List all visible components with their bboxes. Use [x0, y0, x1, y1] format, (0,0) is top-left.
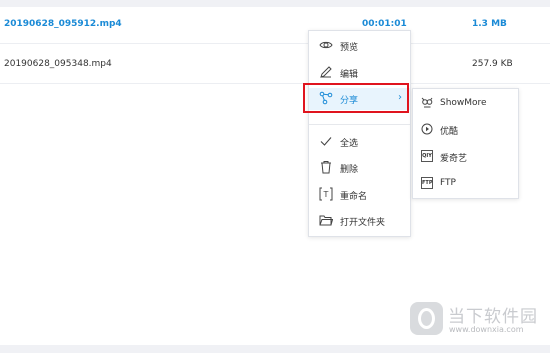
showmore-icon — [421, 97, 433, 108]
top-strip — [0, 0, 550, 7]
menu-item-preview[interactable]: 预览 — [309, 35, 410, 57]
watermark-title: 当下软件园 — [448, 307, 538, 327]
file-size: 257.9 KB — [472, 59, 513, 69]
iqiyi-icon: QIY — [421, 150, 433, 162]
share-submenu: ShowMore 优酷 QIY 爱奇艺 FTP FTP — [412, 88, 519, 199]
submenu-item-youku[interactable]: 优酷 — [413, 119, 518, 141]
menu-item-label: 删除 — [340, 165, 359, 175]
rename-icon: T — [319, 187, 333, 201]
file-name: 20190628_095348.mp4 — [4, 59, 112, 69]
pencil-icon — [320, 66, 332, 78]
site-watermark: 当下软件园 www.downxia.com — [410, 300, 540, 340]
watermark-url: www.downxia.com — [449, 325, 524, 334]
file-row[interactable]: 20190628_095912.mp4 00:01:01 1.3 MB — [0, 7, 550, 44]
menu-item-rename[interactable]: T 重命名 — [309, 184, 410, 206]
check-icon — [320, 137, 332, 146]
menu-item-edit[interactable]: 编辑 — [309, 62, 410, 84]
menu-item-label: 打开文件夹 — [340, 218, 386, 228]
context-menu: 预览 编辑 分享 › 全选 删除 T 重命名 打开文件夹 — [308, 30, 411, 237]
submenu-item-label: FTP — [440, 178, 456, 188]
file-size: 1.3 MB — [472, 19, 507, 29]
ftp-icon: FTP — [421, 177, 433, 189]
menu-item-label: 预览 — [340, 43, 359, 53]
file-name: 20190628_095912.mp4 — [4, 19, 122, 29]
menu-item-label: 全选 — [340, 139, 359, 149]
menu-item-label: 编辑 — [340, 70, 359, 80]
menu-item-label: 重命名 — [340, 192, 368, 202]
submenu-item-label: ShowMore — [440, 98, 487, 108]
youku-icon — [421, 123, 433, 135]
menu-item-select-all[interactable]: 全选 — [309, 131, 410, 153]
submenu-item-ftp[interactable]: FTP FTP — [413, 173, 518, 195]
menu-divider — [309, 124, 410, 125]
submenu-item-showmore[interactable]: ShowMore — [413, 93, 518, 115]
trash-icon — [321, 161, 331, 174]
file-row[interactable]: 20190628_095348.mp4 257.9 KB — [0, 47, 550, 84]
submenu-item-label: 爱奇艺 — [440, 154, 468, 164]
menu-item-open-folder[interactable]: 打开文件夹 — [309, 210, 410, 232]
submenu-item-iqiyi[interactable]: QIY 爱奇艺 — [413, 146, 518, 168]
submenu-item-label: 优酷 — [440, 127, 459, 137]
bottom-strip — [0, 345, 550, 353]
folder-icon — [319, 215, 333, 226]
rename-icon-glyph: T — [323, 190, 329, 199]
menu-item-delete[interactable]: 删除 — [309, 157, 410, 179]
file-duration: 00:01:01 — [362, 19, 407, 29]
watermark-logo — [410, 302, 443, 335]
share-highlight-box — [303, 83, 409, 113]
eye-icon — [319, 41, 333, 49]
